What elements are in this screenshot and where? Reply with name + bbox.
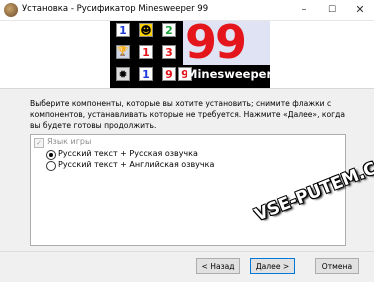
tile-flag: 1	[139, 45, 153, 59]
tile-nine-a: 9	[162, 67, 176, 81]
back-button[interactable]: < Назад	[196, 258, 240, 274]
window-title: Установка - Русификатор Minesweeper 99	[22, 4, 209, 14]
app-icon	[4, 3, 18, 17]
maximize-button[interactable]: ☐	[318, 0, 346, 20]
instructions-text: Выберите компоненты, которые вы хотите у…	[30, 99, 346, 130]
logo-text: Minesweeper	[186, 67, 273, 81]
tile-two: 2	[162, 23, 176, 37]
tile-three: 3	[162, 45, 176, 59]
next-button[interactable]: Далее >	[250, 258, 295, 274]
group-checkbox[interactable]: ✓	[34, 138, 44, 148]
logo-number: 99	[185, 15, 247, 69]
tile-smiley: ☻	[139, 23, 153, 37]
option-english-voice-label[interactable]: Русский текст + Английская озвучка	[58, 160, 214, 169]
header-banner: 1 ☻ 2 🏆 1 3 ✹ 1 9 9 99 Minesweeper	[0, 15, 374, 89]
group-label: Язык игры	[47, 137, 92, 146]
radio-english-voice[interactable]	[46, 161, 56, 171]
close-button[interactable]: ✕	[346, 0, 374, 20]
tile-one: 1	[116, 23, 130, 37]
option-russian-voice-label[interactable]: Русский текст + Русская озвучка	[58, 149, 198, 158]
minimize-button[interactable]: –	[290, 0, 318, 20]
radio-russian-voice[interactable]	[46, 150, 56, 160]
tile-small-one: 1	[139, 67, 153, 81]
tile-trophy: 🏆	[116, 45, 130, 59]
footer-divider	[0, 251, 374, 252]
cancel-button[interactable]: Отмена	[315, 258, 359, 274]
tile-mine: ✹	[116, 67, 130, 81]
